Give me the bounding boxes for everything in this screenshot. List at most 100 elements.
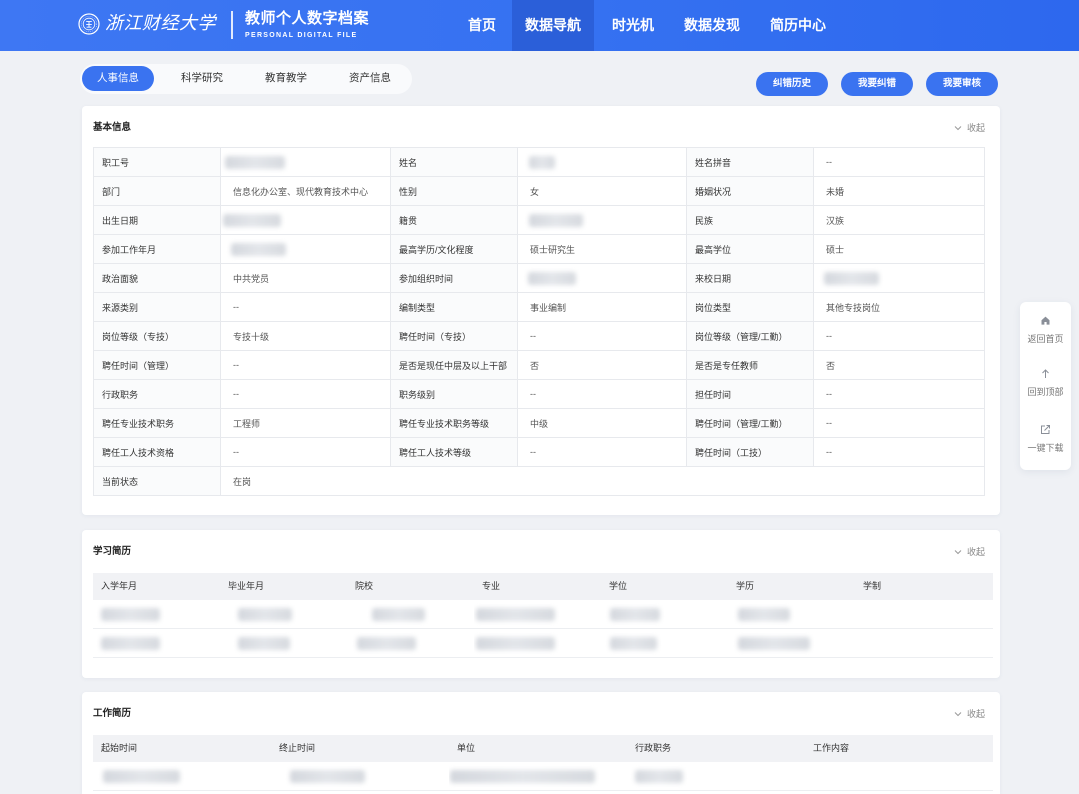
tab-teaching[interactable]: 教育教学	[250, 66, 322, 91]
redacted-value	[290, 769, 365, 783]
field-label: 编制类型	[391, 293, 518, 322]
field-label: 来校日期	[687, 264, 814, 293]
table-cell	[93, 762, 271, 790]
field-value: --	[814, 409, 985, 438]
submit-correction-button[interactable]: 我要纠错	[841, 72, 913, 96]
table-cell	[855, 600, 982, 628]
field-value: --	[814, 322, 985, 351]
export-icon	[1041, 425, 1050, 434]
field-value: --	[814, 148, 985, 177]
work-history-table: 起始时间 终止时间 单位 行政职务 工作内容	[93, 735, 993, 791]
table-cell	[347, 600, 474, 628]
tab-personnel-info[interactable]: 人事信息	[82, 66, 154, 91]
field-label: 行政职务	[94, 380, 221, 409]
redacted-value	[238, 607, 292, 621]
back-to-top-button[interactable]: 回到顶部	[1020, 365, 1071, 405]
redacted-value	[738, 607, 790, 621]
info-row: 当前状态 在岗	[94, 467, 985, 496]
info-row: 部门 信息化办公室、现代教育技术中心 性别女婚姻状况 未婚	[94, 177, 985, 206]
section-title: 学习简历	[93, 546, 132, 557]
info-row: 来源类别 -- 编制类型 事业编制 岗位类型 其他专技岗位	[94, 293, 985, 322]
side-label: 回到顶部	[1027, 387, 1064, 397]
field-label: 聘任工人技术等级	[391, 438, 518, 467]
field-value	[518, 148, 687, 177]
table-row	[93, 762, 993, 791]
info-row: 聘任时间（管理） -- 是否是现任中层及以上干部否是否是专任教师否	[94, 351, 985, 380]
back-home-button[interactable]: 返回首页	[1020, 312, 1071, 352]
info-row: 聘任专业技术职务 工程师 聘任专业技术职务等级 中级 聘任时间（管理/工勤） --	[94, 409, 985, 438]
field-value	[518, 264, 687, 293]
field-label: 聘任工人技术资格	[94, 438, 221, 467]
correction-history-button[interactable]: 纠错历史	[756, 72, 828, 96]
download-all-button[interactable]: 一键下载	[1020, 421, 1071, 461]
field-value: 专技十级	[221, 322, 391, 351]
field-value	[221, 206, 391, 235]
field-value: --	[221, 380, 391, 409]
field-value: 硕士	[814, 235, 985, 264]
column-header: 终止时间	[279, 743, 316, 753]
chevron-down-icon	[954, 712, 962, 717]
basic-info-card: 基本信息 收起 职工号 姓名 姓名拼音 -- 部门 信息化办公室、现代教育技术中心 性别女婚…	[82, 106, 1000, 515]
chevron-down-icon	[954, 550, 962, 555]
field-value: 中共党员	[221, 264, 391, 293]
table-cell	[805, 762, 983, 790]
table-row	[93, 629, 993, 658]
header-divider	[231, 11, 233, 39]
collapse-label: 收起	[966, 547, 985, 557]
field-label: 姓名	[391, 148, 518, 177]
table-cell	[728, 629, 855, 657]
collapse-toggle[interactable]: 收起	[954, 708, 985, 720]
field-label: 职务级别	[391, 380, 518, 409]
field-label: 是否是现任中层及以上干部	[391, 351, 518, 380]
table-cell	[474, 629, 601, 657]
top-header: 浙江财经大学 教师个人数字档案 PERSONAL DIGITAL FILE 首页…	[0, 0, 1079, 51]
field-label: 出生日期	[94, 206, 221, 235]
nav-data-navigation[interactable]: 数据导航	[512, 0, 594, 51]
table-cell	[220, 629, 347, 657]
column-header: 单位	[457, 743, 476, 753]
field-label: 参加组织时间	[391, 264, 518, 293]
study-history-card: 学习简历 收起 入学年月 毕业年月 院校 专业 学位 学历 学制	[82, 530, 1000, 678]
column-header: 入学年月	[101, 581, 138, 591]
field-value: 未婚	[814, 177, 985, 206]
redacted-value	[103, 769, 180, 783]
field-label: 岗位等级（管理/工勤）	[687, 322, 814, 351]
nav-data-discovery[interactable]: 数据发现	[671, 0, 753, 51]
nav-resume-center[interactable]: 简历中心	[757, 0, 839, 51]
tab-research[interactable]: 科学研究	[166, 66, 238, 91]
table-cell	[601, 600, 728, 628]
field-value	[518, 206, 687, 235]
collapse-toggle[interactable]: 收起	[954, 546, 985, 558]
field-value: --	[518, 322, 687, 351]
info-row: 政治面貌 中共党员 参加组织时间 来校日期	[94, 264, 985, 293]
field-label: 民族	[687, 206, 814, 235]
chevron-down-icon	[954, 126, 962, 131]
collapse-toggle[interactable]: 收起	[954, 122, 985, 134]
basic-info-table: 职工号 姓名 姓名拼音 -- 部门 信息化办公室、现代教育技术中心 性别女婚姻状况 未婚 出生日…	[93, 147, 985, 496]
redacted-value	[529, 155, 555, 169]
field-value: --	[221, 293, 391, 322]
submit-review-button[interactable]: 我要审核	[926, 72, 998, 96]
redacted-value	[635, 769, 683, 783]
redacted-value	[238, 636, 290, 650]
field-value	[221, 148, 391, 177]
info-row: 行政职务 -- 职务级别 -- 担任时间 --	[94, 380, 985, 409]
field-label: 政治面貌	[94, 264, 221, 293]
field-label: 是否是专任教师	[687, 351, 814, 380]
app-title: 教师个人数字档案	[245, 10, 370, 27]
field-value: 否	[814, 351, 985, 380]
column-header: 毕业年月	[228, 581, 265, 591]
redacted-value	[101, 607, 160, 621]
field-value: 工程师	[221, 409, 391, 438]
collapse-label: 收起	[966, 123, 985, 133]
column-header: 工作内容	[813, 743, 850, 753]
tab-assets[interactable]: 资产信息	[334, 66, 406, 91]
field-label: 最高学历/文化程度	[391, 235, 518, 264]
redacted-value	[476, 636, 555, 650]
nav-home[interactable]: 首页	[453, 0, 511, 51]
nav-time-machine[interactable]: 时光机	[600, 0, 666, 51]
university-logo-text[interactable]: 浙江财经大学	[105, 12, 216, 36]
column-header: 学历	[736, 581, 755, 591]
column-header: 院校	[355, 581, 374, 591]
university-seal-icon	[78, 13, 100, 35]
